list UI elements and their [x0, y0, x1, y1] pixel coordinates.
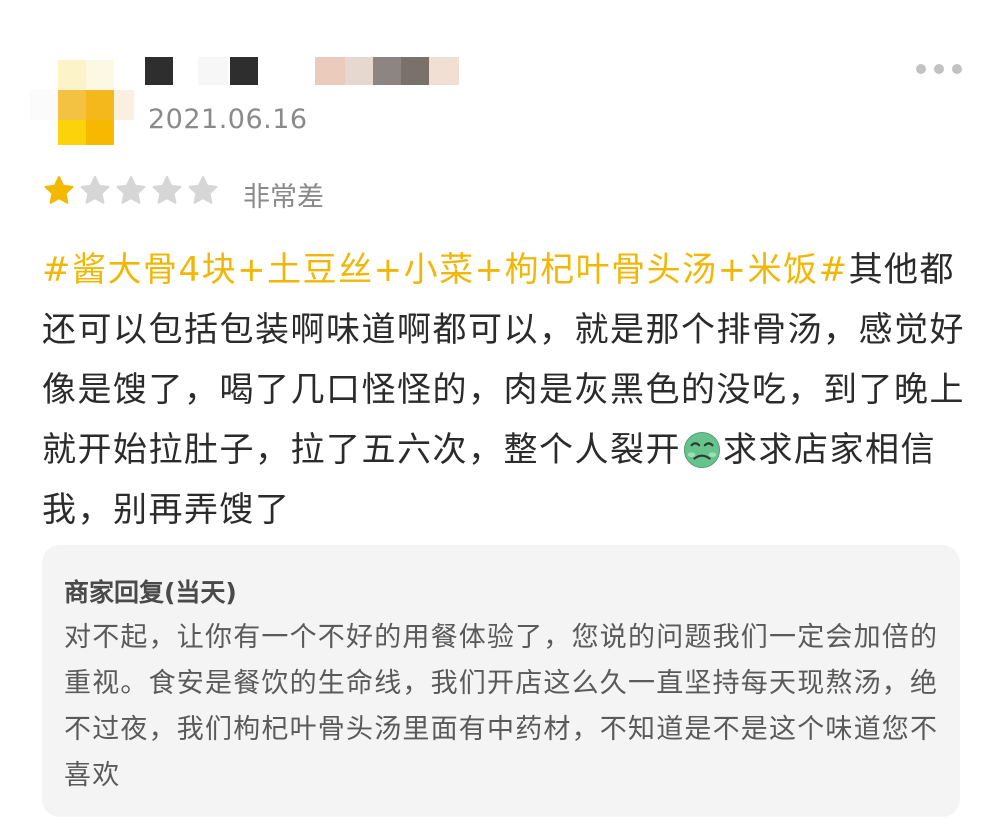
name-pixel: [173, 57, 198, 85]
name-pixel: [373, 57, 401, 85]
rating-label: 非常差: [243, 182, 324, 213]
name-pixel: [429, 57, 459, 85]
avatar-pixel: [30, 90, 58, 120]
star-empty-icon: [188, 176, 218, 204]
name-pixel: [198, 57, 228, 85]
merchant-reply-body: 对不起，让你有一个不好的用餐体验了，您说的问题我们一定会加倍的重视。食安是餐饮的…: [64, 622, 939, 791]
merchant-reply-box: 商家回复(当天) 对不起，让你有一个不好的用餐体验了，您说的问题我们一定会加倍的…: [42, 545, 960, 817]
merchant-reply-title: 商家回复(当天): [64, 578, 237, 607]
avatar-pixel: [114, 90, 134, 120]
star-empty-icon: [80, 176, 110, 204]
name-pixel: [401, 57, 429, 85]
star-empty-icon: [116, 176, 146, 204]
review-date: 2021.06.16: [148, 104, 308, 135]
avatar-pixel: [86, 120, 114, 145]
avatar-pixel: [58, 90, 86, 120]
nauseated-face-icon: [683, 428, 721, 469]
name-pixel: [145, 57, 173, 85]
more-dot-icon: [916, 64, 926, 74]
review-text: #酱大骨4块+土豆丝+小菜+枸杞叶骨头汤+米饭#其他都还可以包括包装啊味道啊都可…: [42, 240, 967, 540]
more-dot-icon: [952, 64, 962, 74]
more-options-button[interactable]: [916, 64, 962, 74]
name-pixel: [230, 57, 258, 85]
star-empty-icon: [152, 176, 182, 204]
avatar-pixel: [58, 120, 86, 145]
name-pixel: [315, 57, 345, 85]
dish-tag-link[interactable]: #酱大骨4块+土豆丝+小菜+枸杞叶骨头汤+米饭#: [42, 250, 849, 290]
avatar-pixel: [86, 90, 114, 120]
user-avatar[interactable]: [30, 55, 145, 155]
star-filled-icon: [44, 176, 74, 204]
more-dot-icon: [934, 64, 944, 74]
name-pixel: [345, 57, 373, 85]
avatar-pixel: [86, 60, 114, 90]
star-rating: [42, 174, 220, 208]
avatar-pixel: [58, 60, 86, 90]
